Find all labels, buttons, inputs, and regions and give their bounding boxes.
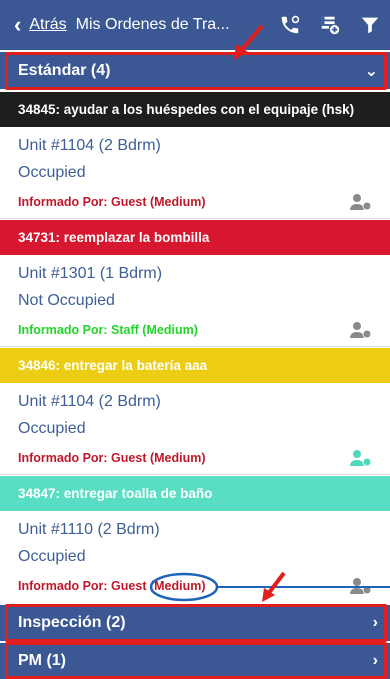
divider	[0, 346, 390, 347]
chevron-down-icon: ⌄	[364, 62, 378, 80]
section-pm-label: PM (1)	[18, 652, 66, 669]
unit-label: Unit #1110 (2 Bdrm)	[18, 521, 160, 538]
reported-by: Informado Por: Staff (Medium)	[18, 323, 198, 337]
unit-label: Unit #1104 (2 Bdrm)	[18, 393, 161, 410]
add-list-icon[interactable]	[310, 0, 350, 50]
top-bar: ‹ Atrás Mis Ordenes de Tra...	[0, 0, 390, 50]
phone-icon[interactable]	[270, 0, 310, 50]
occupancy-status: Not Occupied	[18, 292, 115, 309]
work-order-card[interactable]: Unit #1104 (2 Bdrm) Occupied Informado P…	[0, 127, 390, 219]
section-standard-label: Estándar (4)	[18, 61, 111, 79]
chevron-left-icon: ‹	[14, 12, 22, 37]
work-order-title: 34845: ayudar a los huéspedes con el equ…	[18, 102, 355, 117]
user-clock-icon[interactable]	[350, 321, 372, 339]
occupancy-status: Occupied	[18, 164, 86, 181]
user-clock-icon[interactable]	[350, 449, 372, 467]
work-order-header[interactable]: 34845: ayudar a los huéspedes con el equ…	[0, 92, 390, 127]
section-inspection-label: Inspección (2)	[18, 614, 126, 631]
work-order-card[interactable]: Unit #1110 (2 Bdrm) Occupied Informado P…	[0, 511, 390, 603]
work-order-title: 34731: reemplazar la bombilla	[18, 230, 210, 245]
back-button[interactable]: ‹ Atrás	[14, 14, 67, 36]
chevron-right-icon: ›	[372, 652, 378, 669]
work-order-title: 34847: entregar toalla de baño	[18, 486, 213, 501]
occupancy-status: Occupied	[18, 420, 86, 437]
reported-by: Informado Por: Guest (Medium)	[18, 451, 206, 465]
unit-label: Unit #1104 (2 Bdrm)	[18, 137, 161, 154]
occupancy-status: Occupied	[18, 548, 86, 565]
chevron-right-icon: ›	[372, 614, 378, 631]
user-clock-icon[interactable]	[350, 193, 372, 211]
section-inspection[interactable]: Inspección (2) ›	[0, 605, 390, 641]
section-standard[interactable]: Estándar (4) ⌄	[0, 52, 390, 89]
reported-by: Informado Por: Guest (Medium)	[18, 195, 206, 209]
unit-label: Unit #1301 (1 Bdrm)	[18, 265, 163, 282]
page-title: Mis Ordenes de Tra...	[75, 16, 230, 33]
section-pm[interactable]: PM (1) ›	[0, 643, 390, 679]
divider	[0, 218, 390, 219]
work-order-header[interactable]: 34846: entregar la batería aaa	[0, 348, 390, 383]
filter-icon[interactable]	[350, 0, 390, 50]
work-order-card[interactable]: Unit #1104 (2 Bdrm) Occupied Informado P…	[0, 383, 390, 475]
work-order-card[interactable]: Unit #1301 (1 Bdrm) Not Occupied Informa…	[0, 255, 390, 347]
work-order-title: 34846: entregar la batería aaa	[18, 358, 208, 373]
reported-by: Informado Por: Guest (Medium)	[18, 579, 206, 593]
divider	[0, 474, 390, 475]
user-clock-icon[interactable]	[350, 577, 372, 595]
work-order-header[interactable]: 34847: entregar toalla de baño	[0, 476, 390, 511]
back-label: Atrás	[29, 16, 67, 33]
work-order-header[interactable]: 34731: reemplazar la bombilla	[0, 220, 390, 255]
